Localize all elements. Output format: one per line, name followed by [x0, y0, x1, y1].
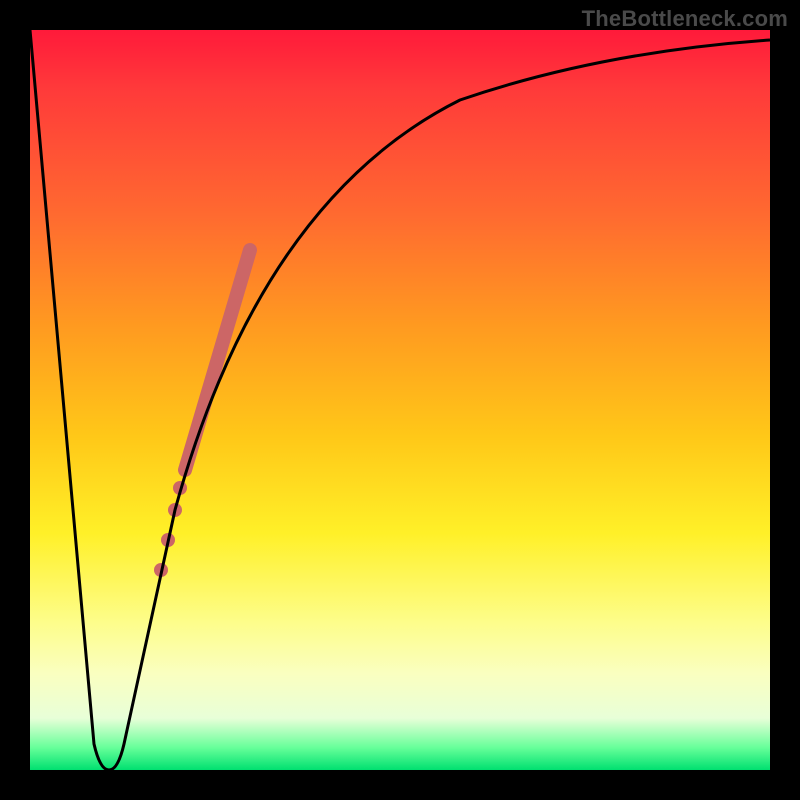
highlight-group: [154, 250, 250, 577]
bottleneck-curve: [30, 30, 770, 770]
chart-frame: TheBottleneck.com: [0, 0, 800, 800]
highlight-segment: [185, 250, 250, 470]
watermark-text: TheBottleneck.com: [582, 6, 788, 32]
chart-svg: [30, 30, 770, 770]
plot-area: [30, 30, 770, 770]
